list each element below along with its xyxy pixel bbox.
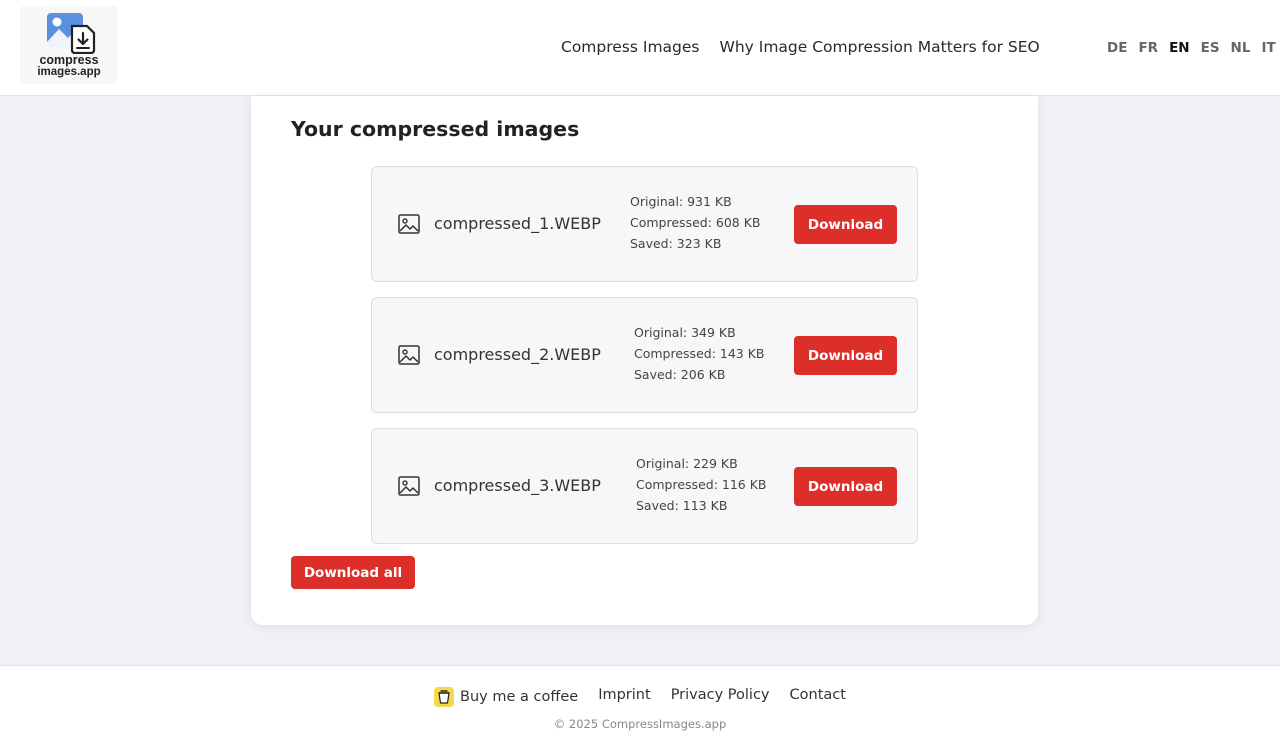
lang-it[interactable]: IT bbox=[1261, 40, 1275, 56]
buy-me-a-coffee-link[interactable]: Buy me a coffee bbox=[434, 687, 578, 707]
footer-links: Buy me a coffee Imprint Privacy Policy C… bbox=[0, 687, 1280, 707]
image-icon bbox=[398, 214, 420, 234]
file-name: compressed_3.WEBP bbox=[434, 476, 601, 495]
original-size: Original: 349 KB bbox=[634, 325, 736, 340]
site-header: compress images.app Compress Images Why … bbox=[0, 0, 1280, 96]
results-card: Your compressed images compressed_1.WEBP… bbox=[251, 96, 1038, 625]
lang-es[interactable]: ES bbox=[1201, 40, 1220, 56]
compressed-size: Compressed: 143 KB bbox=[634, 346, 765, 361]
site-footer: Buy me a coffee Imprint Privacy Policy C… bbox=[0, 665, 1280, 748]
image-file-download-icon bbox=[47, 13, 96, 54]
original-size: Original: 931 KB bbox=[630, 194, 732, 209]
contact-link[interactable]: Contact bbox=[790, 687, 846, 707]
lang-en[interactable]: EN bbox=[1169, 40, 1190, 56]
page-title: Your compressed images bbox=[291, 117, 580, 141]
file-row: compressed_1.WEBP Original: 931 KB Compr… bbox=[371, 166, 918, 282]
download-button[interactable]: Download bbox=[794, 205, 897, 244]
image-icon bbox=[398, 345, 420, 365]
buy-me-a-coffee-label: Buy me a coffee bbox=[460, 689, 579, 705]
nav-why-compression-seo[interactable]: Why Image Compression Matters for SEO bbox=[720, 38, 1040, 56]
download-button[interactable]: Download bbox=[794, 336, 897, 375]
file-row: compressed_2.WEBP Original: 349 KB Compr… bbox=[371, 297, 918, 413]
download-button[interactable]: Download bbox=[794, 467, 897, 506]
original-size: Original: 229 KB bbox=[636, 456, 738, 471]
file-stats: Original: 229 KB Compressed: 116 KB Save… bbox=[636, 453, 766, 516]
privacy-policy-link[interactable]: Privacy Policy bbox=[671, 687, 770, 707]
file-stats: Original: 931 KB Compressed: 608 KB Save… bbox=[630, 191, 760, 254]
coffee-cup-icon bbox=[434, 687, 455, 707]
file-row: compressed_3.WEBP Original: 229 KB Compr… bbox=[371, 428, 918, 544]
file-stats: Original: 349 KB Compressed: 143 KB Save… bbox=[634, 322, 764, 385]
lang-nl[interactable]: NL bbox=[1231, 40, 1251, 56]
language-switcher: DE FR EN ES NL IT bbox=[1107, 40, 1276, 56]
copyright-text: © 2025 CompressImages.app bbox=[553, 717, 727, 731]
download-all-button[interactable]: Download all bbox=[291, 556, 415, 589]
main-nav: Compress Images Why Image Compression Ma… bbox=[561, 38, 1040, 56]
nav-compress-images[interactable]: Compress Images bbox=[561, 38, 700, 56]
file-name: compressed_1.WEBP bbox=[434, 214, 601, 233]
logo-line-1: compress bbox=[39, 53, 99, 67]
saved-size: Saved: 323 KB bbox=[630, 236, 722, 251]
logo-line-2: images.app bbox=[37, 66, 101, 78]
imprint-link[interactable]: Imprint bbox=[598, 687, 650, 707]
logo-text: compress images.app bbox=[20, 54, 118, 78]
image-icon bbox=[398, 476, 420, 496]
lang-de[interactable]: DE bbox=[1107, 40, 1127, 56]
saved-size: Saved: 113 KB bbox=[636, 498, 728, 513]
site-logo[interactable]: compress images.app bbox=[20, 6, 118, 84]
compressed-size: Compressed: 608 KB bbox=[630, 215, 761, 230]
compressed-size: Compressed: 116 KB bbox=[636, 477, 767, 492]
file-name: compressed_2.WEBP bbox=[434, 345, 601, 364]
lang-fr[interactable]: FR bbox=[1138, 40, 1158, 56]
saved-size: Saved: 206 KB bbox=[634, 367, 726, 382]
